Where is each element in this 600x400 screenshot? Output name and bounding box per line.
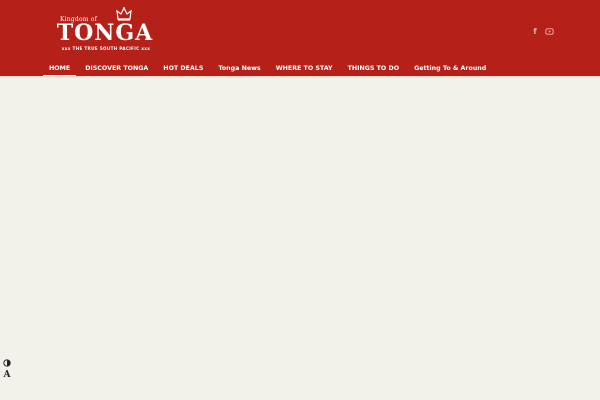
main-nav: HOME DISCOVER TONGA HOT DEALS Tonga News… [43, 60, 495, 77]
facebook-icon[interactable]: f [529, 25, 541, 37]
nav-item-tonga-news[interactable]: Tonga News [212, 60, 266, 76]
nav-item-hot-deals[interactable]: HOT DEALS [157, 60, 209, 76]
nav-item-getting-to-around[interactable]: Getting To & Around [408, 60, 492, 76]
site-logo[interactable]: Kingdom of TONGA xxx THE TRUE SOUTH PACI… [56, 7, 154, 53]
logo-tagline: xxx THE TRUE SOUTH PACIFIC xxx [61, 46, 151, 51]
nav-item-discover-tonga[interactable]: DISCOVER TONGA [79, 60, 154, 76]
site-header: Kingdom of TONGA xxx THE TRUE SOUTH PACI… [0, 0, 600, 77]
youtube-icon[interactable] [543, 25, 555, 37]
contrast-toggle-icon[interactable] [2, 358, 12, 368]
font-size-toggle-icon[interactable]: A [2, 370, 12, 380]
nav-item-home[interactable]: HOME [43, 60, 77, 77]
nav-item-where-to-stay[interactable]: WHERE TO STAY [270, 60, 339, 76]
header-shadow [0, 76, 600, 78]
logo-name: TONGA [56, 20, 154, 46]
nav-item-things-to-do[interactable]: THINGS TO DO [342, 60, 406, 76]
crown-icon [116, 7, 132, 21]
